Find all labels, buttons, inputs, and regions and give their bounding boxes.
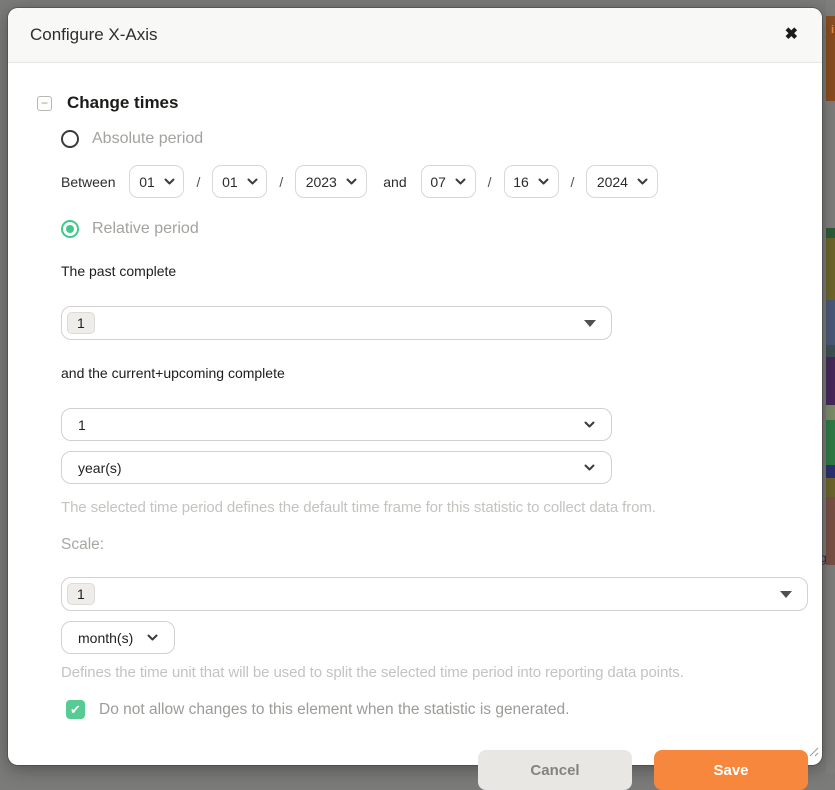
scale-unit-select[interactable]: month(s) (61, 621, 175, 654)
between-label: Between (61, 174, 115, 190)
dialog-header: Configure X-Axis ✖ (8, 8, 822, 63)
lock-element-checkbox-row[interactable]: ✔ Do not allow changes to this element w… (66, 700, 810, 719)
radio-selected-icon[interactable] (61, 220, 79, 238)
scale-help-text: Defines the time unit that will be used … (61, 664, 810, 681)
resize-handle[interactable] (808, 744, 819, 762)
chevron-down-icon (247, 178, 258, 185)
dialog-footer: Cancel Save (61, 750, 810, 790)
chevron-down-icon (346, 178, 357, 185)
dialog-body: − Change times Absolute period Between 0… (8, 63, 822, 790)
background-color-strip (826, 300, 835, 345)
date-separator: / (486, 174, 494, 190)
background-color-strip (826, 478, 835, 497)
background-color-strip (826, 357, 835, 405)
background-page-edge (826, 0, 835, 773)
end-month-select[interactable]: 07 (421, 165, 476, 198)
background-page-glyph: i (831, 24, 834, 36)
start-month-value: 01 (139, 174, 155, 190)
chevron-down-icon (584, 421, 595, 428)
background-color-strip (826, 228, 835, 238)
date-separator: / (277, 174, 285, 190)
end-month-value: 07 (430, 174, 446, 190)
start-day-value: 01 (222, 174, 238, 190)
caret-down-icon (780, 591, 792, 598)
cancel-button[interactable]: Cancel (478, 750, 632, 790)
configure-x-axis-dialog: Configure X-Axis ✖ − Change times Absolu… (8, 8, 822, 765)
chevron-down-icon (164, 178, 175, 185)
section-heading: Change times (67, 93, 178, 113)
collapse-icon[interactable]: − (37, 96, 52, 111)
upcoming-count-select[interactable]: 1 (61, 408, 612, 441)
relative-period-label: Relative period (92, 220, 199, 238)
caret-down-icon (584, 320, 596, 327)
scale-multiselect[interactable]: 1 (61, 577, 808, 611)
lock-element-label: Do not allow changes to this element whe… (99, 701, 569, 719)
start-day-select[interactable]: 01 (212, 165, 267, 198)
scale-unit-value: month(s) (78, 630, 133, 646)
background-color-strip (826, 345, 835, 357)
chevron-down-icon (147, 634, 158, 641)
background-color-strip (826, 101, 835, 228)
background-color-strip (826, 0, 835, 16)
period-unit-value: year(s) (78, 460, 122, 476)
background-color-strip (826, 465, 835, 478)
past-complete-multiselect[interactable]: 1 (61, 306, 612, 340)
absolute-period-label: Absolute period (92, 130, 203, 148)
end-day-value: 16 (513, 174, 529, 190)
background-color-strip (826, 565, 835, 773)
background-color-strip (826, 238, 835, 300)
end-year-select[interactable]: 2024 (586, 165, 658, 198)
dialog-title: Configure X-Axis (30, 25, 158, 45)
period-help-text: The selected time period defines the def… (61, 499, 810, 516)
selected-value-chip: 1 (67, 583, 95, 605)
checkbox-checked-icon[interactable]: ✔ (66, 700, 85, 719)
selected-value-chip: 1 (67, 312, 95, 334)
past-complete-label: The past complete (61, 263, 810, 279)
period-unit-select[interactable]: year(s) (61, 451, 612, 484)
save-button[interactable]: Save (654, 750, 808, 790)
background-color-strip (826, 405, 835, 420)
chevron-down-icon (455, 178, 466, 185)
start-year-value: 2023 (306, 174, 337, 190)
end-year-value: 2024 (597, 174, 628, 190)
background-color-strip (826, 497, 835, 565)
absolute-period-radio[interactable]: Absolute period (61, 130, 810, 148)
date-separator: / (194, 174, 202, 190)
start-year-select[interactable]: 2023 (295, 165, 367, 198)
close-icon[interactable]: ✖ (785, 27, 798, 43)
start-month-select[interactable]: 01 (129, 165, 184, 198)
end-day-select[interactable]: 16 (504, 165, 559, 198)
scale-label: Scale: (61, 536, 810, 554)
radio-unselected-icon[interactable] (61, 130, 79, 148)
and-label: and (383, 174, 406, 190)
absolute-date-range: Between 01 / 01 / 2023 and 07 (61, 165, 810, 198)
chevron-down-icon (538, 178, 549, 185)
chevron-down-icon (584, 464, 595, 471)
change-times-section-header: − Change times (37, 93, 810, 113)
relative-period-radio[interactable]: Relative period (61, 220, 810, 238)
background-color-strip (826, 420, 835, 465)
date-separator: / (569, 174, 577, 190)
upcoming-count-value: 1 (78, 417, 86, 433)
chevron-down-icon (637, 178, 648, 185)
upcoming-complete-label: and the current+upcoming complete (61, 365, 810, 381)
